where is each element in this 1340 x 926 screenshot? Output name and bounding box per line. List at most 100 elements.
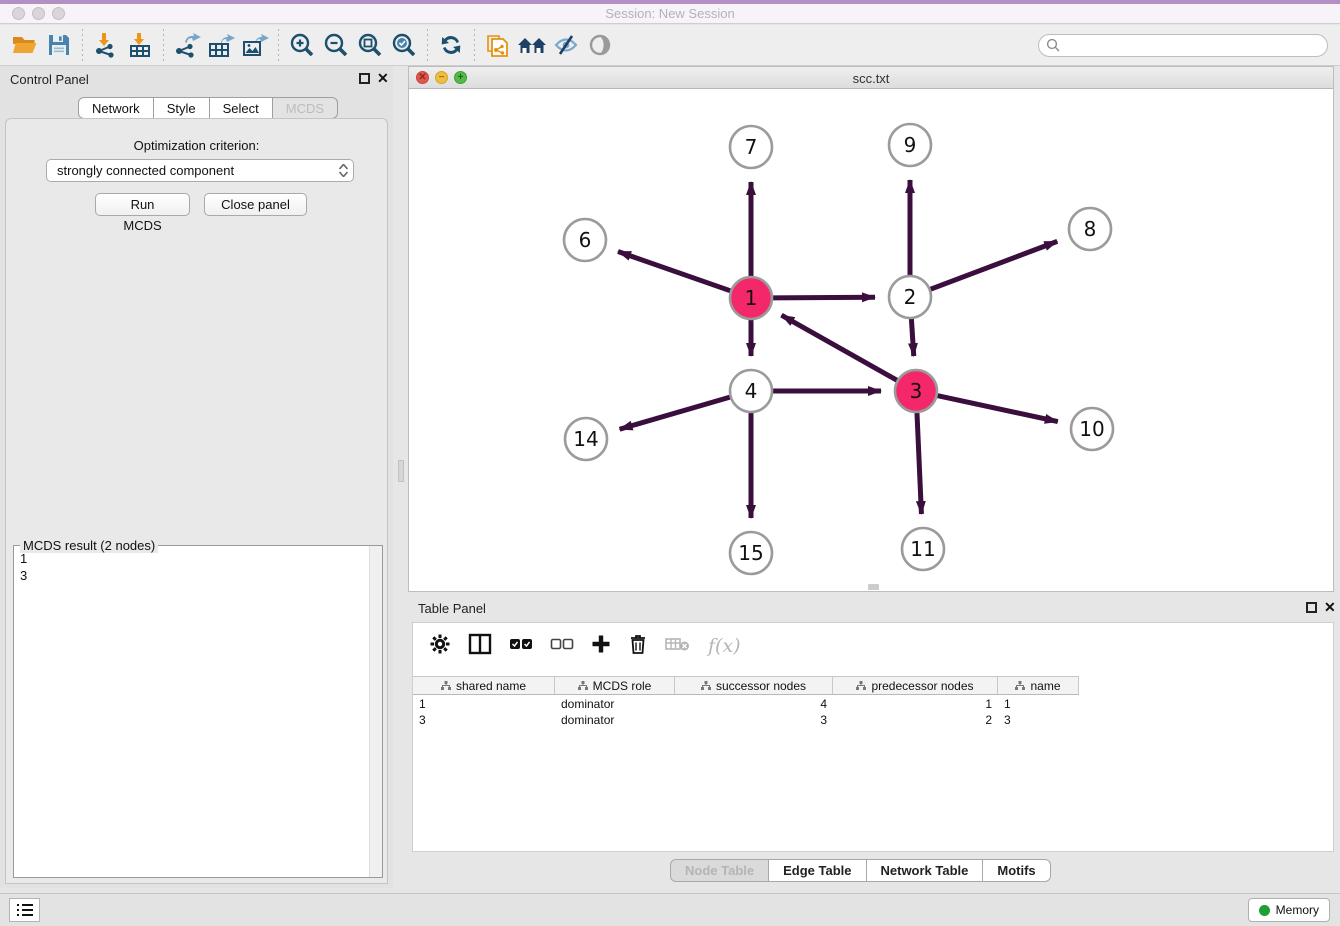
mcds-tab-body: Optimization criterion: strongly connect…: [5, 118, 388, 884]
toolbar-separator: [278, 29, 279, 61]
search-box[interactable]: [1038, 34, 1328, 57]
optimization-criterion-dropdown[interactable]: strongly connected component: [46, 159, 354, 182]
table-header-row: shared name MCDS rolesuccessor nodes prede…: [413, 676, 1079, 695]
node-label-14: 14: [573, 427, 598, 451]
edge-2-8[interactable]: [930, 241, 1058, 289]
memory-status-icon: [1259, 905, 1270, 916]
edge-1-2[interactable]: [772, 297, 875, 298]
tab-network[interactable]: Network: [78, 97, 154, 119]
toolbar-separator: [474, 29, 475, 61]
edge-1-6[interactable]: [618, 252, 731, 292]
delete-column-button[interactable]: [628, 633, 648, 660]
edge-3-11[interactable]: [917, 412, 922, 514]
float-panel-icon[interactable]: [359, 73, 370, 84]
close-table-panel-icon[interactable]: ✕: [1324, 599, 1336, 615]
column-header-shared-name[interactable]: shared name: [413, 677, 555, 694]
sort-icon: [578, 681, 588, 690]
edge-4-14[interactable]: [620, 397, 731, 429]
zoom-selected-button[interactable]: [387, 29, 421, 61]
zoom-selected-icon: [391, 32, 417, 58]
tab-mcds[interactable]: MCDS: [273, 97, 338, 119]
dropdown-value: strongly connected component: [47, 163, 333, 178]
zoom-out-button[interactable]: [319, 29, 353, 61]
export-image-button[interactable]: [238, 29, 272, 61]
import-table-button[interactable]: [123, 29, 157, 61]
chevron-up-down-icon: [333, 164, 353, 177]
deselect-all-columns-button[interactable]: [550, 637, 574, 656]
network-canvas[interactable]: 1234678910111415: [409, 89, 1333, 591]
tab-network-table[interactable]: Network Table: [867, 859, 984, 882]
mcds-result-box: MCDS result (2 nodes) 13: [13, 545, 383, 878]
network-view-window: ✕ − + scc.txt 1234678910111415: [408, 66, 1334, 592]
table-panel-header: Table Panel ✕: [408, 595, 1340, 621]
task-history-button[interactable]: [9, 898, 40, 922]
column-view-button[interactable]: [468, 633, 492, 660]
column-header-name[interactable]: name: [998, 677, 1079, 694]
zoom-fit-icon: [357, 32, 383, 58]
tab-style[interactable]: Style: [154, 97, 210, 119]
close-panel-icon[interactable]: ✕: [377, 70, 389, 86]
optimization-criterion-label: Optimization criterion:: [6, 138, 387, 153]
import-network-button[interactable]: [89, 29, 123, 61]
column-header-MCDS-role[interactable]: MCDS role: [555, 677, 675, 694]
result-scrollbar[interactable]: [369, 546, 382, 877]
table-cell: 1: [413, 696, 555, 712]
open-session-button[interactable]: [8, 29, 42, 61]
import-network-icon: [93, 32, 119, 58]
run-mcds-button[interactable]: Run MCDS: [95, 193, 190, 216]
mcds-result-legend: MCDS result (2 nodes): [20, 538, 158, 553]
zoom-in-icon: [289, 32, 315, 58]
float-table-panel-icon[interactable]: [1306, 602, 1317, 613]
trash-icon: [628, 633, 648, 655]
export-table-button[interactable]: [204, 29, 238, 61]
column-header-label: name: [1030, 679, 1060, 693]
delete-table-button-disabled: [665, 635, 691, 658]
column-header-label: shared name: [456, 679, 526, 693]
save-session-button[interactable]: [42, 29, 76, 61]
column-header-successor-nodes[interactable]: successor nodes: [675, 677, 833, 694]
search-input[interactable]: [1060, 36, 1327, 55]
network-window-titlebar[interactable]: ✕ − + scc.txt: [409, 67, 1333, 89]
select-all-columns-button[interactable]: [509, 637, 533, 656]
split-pane-divider[interactable]: [398, 460, 404, 482]
sort-icon: [1015, 681, 1025, 690]
edge-3-1[interactable]: [781, 315, 897, 381]
memory-button[interactable]: Memory: [1248, 898, 1330, 922]
canvas-resize-grip[interactable]: [868, 584, 879, 590]
sort-icon: [701, 681, 711, 690]
node-label-2: 2: [904, 285, 917, 309]
sort-icon: [441, 681, 451, 690]
result-line: 3: [20, 567, 27, 584]
edge-2-3[interactable]: [911, 318, 913, 356]
tab-node-table[interactable]: Node Table: [670, 859, 769, 882]
close-panel-button[interactable]: Close panel: [204, 193, 307, 216]
column-header-label: predecessor nodes: [871, 679, 973, 693]
zoom-in-button[interactable]: [285, 29, 319, 61]
tab-edge-table[interactable]: Edge Table: [769, 859, 866, 882]
tab-motifs[interactable]: Motifs: [983, 859, 1050, 882]
export-network-button[interactable]: [170, 29, 204, 61]
edge-3-10[interactable]: [937, 395, 1058, 421]
network-graph[interactable]: 1234678910111415: [409, 89, 1333, 591]
show-all-button[interactable]: [583, 29, 617, 61]
node-table-card: f(x) shared nameMCDS rolesuccessor nodes…: [412, 622, 1334, 852]
hide-selected-button[interactable]: [549, 29, 583, 61]
column-header-predecessor-nodes[interactable]: predecessor nodes: [833, 677, 998, 694]
export-image-icon: [241, 32, 269, 58]
mcds-result-lines: 13: [20, 550, 27, 584]
eye-icon: [586, 33, 614, 57]
tab-select[interactable]: Select: [210, 97, 273, 119]
zoom-fit-button[interactable]: [353, 29, 387, 61]
table-cell: 1: [833, 696, 998, 712]
table-row[interactable]: 1dominator411: [413, 696, 1333, 712]
result-line: 1: [20, 550, 27, 567]
table-settings-button[interactable]: [429, 633, 451, 660]
table-row[interactable]: 3dominator323: [413, 712, 1333, 728]
export-table-icon: [207, 32, 235, 58]
new-network-button[interactable]: [481, 29, 515, 61]
delete-table-icon: [665, 635, 691, 653]
create-column-button[interactable]: [591, 634, 611, 659]
apply-layout-button[interactable]: [434, 29, 468, 61]
search-icon: [1046, 38, 1060, 52]
first-neighbors-button[interactable]: [515, 29, 549, 61]
